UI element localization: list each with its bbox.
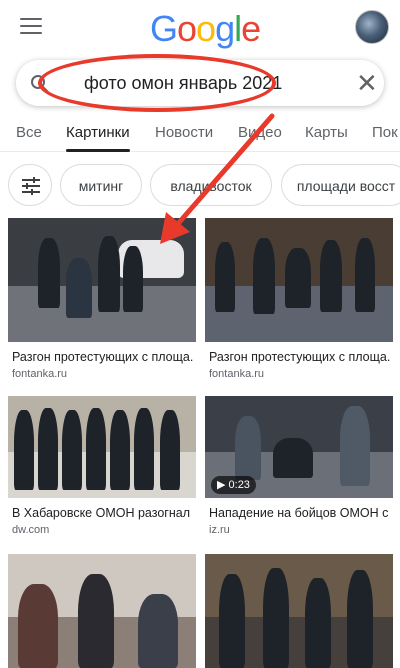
chip-filter[interactable]: владивосток <box>150 164 272 206</box>
tune-icon[interactable] <box>8 164 52 206</box>
search-tabs: Все Картинки Новости Видео Карты Пок <box>0 114 400 152</box>
close-icon[interactable]: ✕ <box>356 70 378 96</box>
result-thumbnail[interactable] <box>205 218 393 342</box>
image-result[interactable]: Разгон протестующих с площа... fontanka.… <box>8 218 196 380</box>
result-caption: В Хабаровске ОМОН разогнал ... <box>12 506 194 520</box>
filter-chips: митинг владивосток площади восст <box>0 164 400 208</box>
video-duration-badge: ▶ 0:23 <box>211 476 256 494</box>
logo-letter: g <box>215 8 235 49</box>
image-result[interactable]: Разгон протестующих с площа... fontanka.… <box>205 218 393 380</box>
result-thumbnail[interactable] <box>8 396 196 498</box>
account-avatar[interactable] <box>355 10 389 44</box>
logo-letter: o <box>196 8 216 49</box>
tab-more[interactable]: Пок <box>372 124 398 141</box>
video-duration: 0:23 <box>228 479 250 491</box>
active-tab-indicator <box>66 149 130 152</box>
top-bar: Google <box>0 0 400 56</box>
annotation-oval <box>38 54 276 112</box>
result-thumbnail[interactable] <box>205 554 393 668</box>
chip-filter[interactable]: митинг <box>60 164 142 206</box>
logo-letter: G <box>150 8 178 49</box>
chip-filter[interactable]: площади восст <box>281 164 400 206</box>
image-result[interactable] <box>205 554 393 668</box>
result-source: fontanka.ru <box>209 368 265 380</box>
tab-video[interactable]: Видео <box>238 124 282 141</box>
result-thumbnail[interactable]: ▶ 0:23 <box>205 396 393 498</box>
hamburger-menu-icon[interactable] <box>20 18 42 36</box>
tab-images[interactable]: Картинки <box>66 124 130 141</box>
image-result[interactable]: ▶ 0:23 Нападение на бойцов ОМОН с ... iz… <box>205 396 393 556</box>
result-caption: Нападение на бойцов ОМОН с ... <box>209 506 391 520</box>
logo-letter: e <box>241 8 261 49</box>
tab-news[interactable]: Новости <box>155 124 213 141</box>
result-source: fontanka.ru <box>12 368 68 380</box>
google-logo[interactable]: Google <box>150 8 261 50</box>
result-source: iz.ru <box>209 524 230 536</box>
result-thumbnail[interactable] <box>8 218 196 342</box>
image-result[interactable]: В Хабаровске ОМОН разогнал ... dw.com <box>8 396 196 556</box>
logo-letter: o <box>177 8 197 49</box>
tab-all[interactable]: Все <box>16 124 42 141</box>
image-result[interactable] <box>8 554 196 668</box>
result-caption: Разгон протестующих с площа... <box>12 350 194 364</box>
result-thumbnail[interactable] <box>8 554 196 668</box>
result-caption: Разгон протестующих с площа... <box>209 350 391 364</box>
result-source: dw.com <box>12 524 50 536</box>
tab-maps[interactable]: Карты <box>305 124 348 141</box>
